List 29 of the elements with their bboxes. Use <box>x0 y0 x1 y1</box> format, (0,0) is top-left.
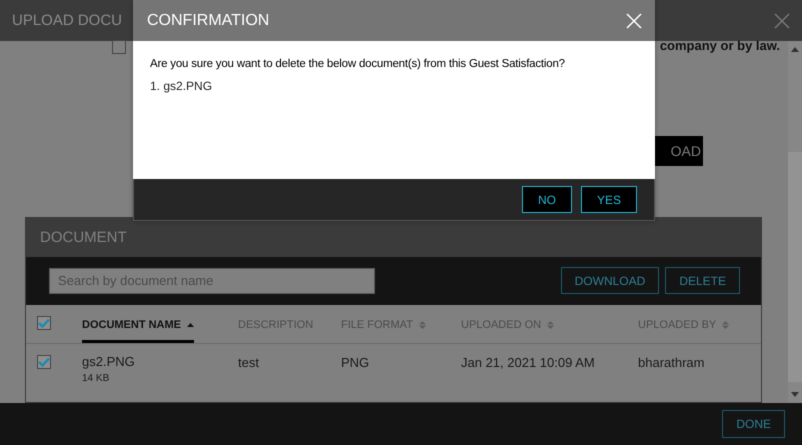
sort-icon <box>722 320 730 329</box>
dialog-button[interactable]: NO <box>522 186 572 213</box>
done-button[interactable]: DONE <box>722 410 785 438</box>
document-list-item: 1. gs2.PNG <box>150 79 214 93</box>
close-icon[interactable] <box>774 12 790 28</box>
confirmation-message: Are you sure you want to delete the below document(s) from this Guest Satisfaction? <box>150 58 566 70</box>
checkbox[interactable] <box>37 354 51 369</box>
upload-button[interactable]: OAD <box>655 136 703 166</box>
table-cell: bharathram <box>638 354 704 370</box>
sort-icon <box>547 320 554 329</box>
checkbox[interactable] <box>112 40 126 54</box>
toolbar-button[interactable]: DELETE <box>665 267 740 294</box>
checkbox[interactable] <box>37 316 51 330</box>
sort-icon <box>418 320 426 329</box>
file-name: gs2.PNG <box>82 354 136 369</box>
panel-title: DOCUMENT <box>40 228 127 246</box>
table-cell: Jan 21, 2021 10:09 AM <box>461 354 595 370</box>
sort-ascending-icon <box>187 322 194 327</box>
scroll-down-icon[interactable] <box>791 392 799 397</box>
dialog-title: CONFIRMATION <box>147 12 270 30</box>
table-cell: test <box>238 354 259 370</box>
table-cell: PNG <box>341 354 370 370</box>
file-size: 14 KB <box>82 372 110 384</box>
consent-text: company or by law. <box>660 38 780 53</box>
dialog-button[interactable]: YES <box>580 186 637 213</box>
dialog-title: UPLOAD DOCU <box>12 12 122 29</box>
column-header[interactable]: DOCUMENT NAME <box>82 304 194 343</box>
scroll-up-icon[interactable] <box>791 47 799 52</box>
toolbar-button[interactable]: DOWNLOAD <box>560 267 660 294</box>
